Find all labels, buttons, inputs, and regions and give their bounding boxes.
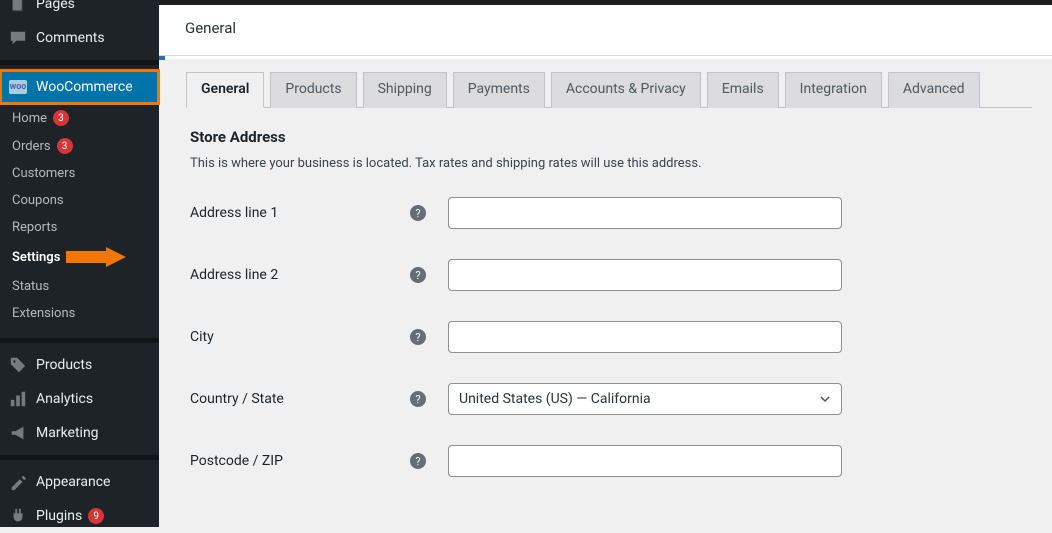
admin-sidebar: Pages Comments woo WooCommerce Home 3 Or… [0,0,159,527]
woocommerce-submenu: Home 3 Orders 3 Customers Coupons Report… [0,104,159,333]
marketing-icon [8,423,28,443]
content-area: General General Products Shipping Paymen… [159,0,1052,527]
menu-appearance[interactable]: Appearance [0,465,159,499]
menu-label: Analytics [36,391,93,407]
analytics-icon [8,389,28,409]
submenu-customers[interactable]: Customers [0,160,159,187]
plugins-icon [8,506,28,526]
select-country-state[interactable]: United States (US) — California [448,383,842,415]
submenu-status[interactable]: Status [0,273,159,300]
select-value: United States (US) — California [459,391,651,407]
label-address2: Address line 2 [190,267,410,283]
tab-emails[interactable]: Emails [707,72,779,108]
submenu-label: Status [12,279,49,294]
menu-label: Marketing [36,425,99,441]
label-postcode: Postcode / ZIP [190,453,410,469]
page-header: General [159,5,1052,56]
help-icon[interactable]: ? [410,205,426,221]
submenu-label: Home [12,111,47,126]
input-postcode[interactable] [448,445,842,477]
tab-payments[interactable]: Payments [453,72,545,108]
menu-separator [0,455,159,460]
input-city[interactable] [448,321,842,353]
submenu-orders[interactable]: Orders 3 [0,132,159,160]
plugins-badge: 9 [88,508,104,524]
input-address1[interactable] [448,197,842,229]
row-postcode: Postcode / ZIP ? [190,445,1032,477]
section-title: Store Address [190,128,1032,146]
menu-label: Products [36,357,92,373]
tab-shipping[interactable]: Shipping [363,72,447,108]
help-icon[interactable]: ? [410,391,426,407]
tab-integration[interactable]: Integration [785,72,882,108]
woocommerce-icon: woo [8,77,28,97]
menu-label: Comments [36,30,105,46]
submenu-label: Coupons [12,193,64,208]
menu-label: Plugins [36,508,82,524]
help-icon[interactable]: ? [410,453,426,469]
label-city: City [190,329,410,345]
submenu-settings[interactable]: Settings [0,241,159,273]
menu-label: WooCommerce [36,79,133,95]
menu-analytics[interactable]: Analytics [0,382,159,416]
comments-icon [8,28,28,48]
menu-products[interactable]: Products [0,348,159,382]
menu-comments[interactable]: Comments [0,21,159,55]
menu-marketing[interactable]: Marketing [0,416,159,450]
menu-plugins[interactable]: Plugins 9 [0,499,159,533]
home-badge: 3 [53,110,69,126]
chevron-down-icon [819,393,831,405]
tab-advanced[interactable]: Advanced [888,72,980,108]
pages-icon [8,0,28,14]
help-icon[interactable]: ? [410,329,426,345]
menu-label: Appearance [36,474,110,490]
help-icon[interactable]: ? [410,267,426,283]
menu-separator [0,338,159,343]
tab-products[interactable]: Products [270,72,356,108]
label-country: Country / State [190,391,410,407]
row-address2: Address line 2 ? [190,259,1032,291]
menu-pages[interactable]: Pages [0,0,159,21]
row-country: Country / State ? United States (US) — C… [190,383,1032,415]
input-address2[interactable] [448,259,842,291]
progress-bar [159,56,1052,59]
orders-badge: 3 [57,138,73,154]
tab-general[interactable]: General [186,72,264,108]
submenu-reports[interactable]: Reports [0,214,159,241]
menu-separator [0,60,159,65]
submenu-home[interactable]: Home 3 [0,104,159,132]
products-icon [8,355,28,375]
row-city: City ? [190,321,1032,353]
row-address1: Address line 1 ? [190,197,1032,229]
appearance-icon [8,472,28,492]
submenu-extensions[interactable]: Extensions [0,300,159,327]
page-title: General [185,19,236,37]
menu-woocommerce[interactable]: woo WooCommerce [0,70,159,104]
submenu-label: Settings [12,250,60,265]
submenu-label: Customers [12,166,75,181]
label-address1: Address line 1 [190,205,410,221]
menu-label: Pages [36,0,75,12]
submenu-label: Extensions [12,306,75,321]
submenu-label: Reports [12,220,57,235]
settings-tabs: General Products Shipping Payments Accou… [186,71,1032,108]
arrow-indicator-icon [66,247,126,267]
tab-accounts[interactable]: Accounts & Privacy [551,72,701,108]
submenu-coupons[interactable]: Coupons [0,187,159,214]
submenu-label: Orders [12,139,51,154]
section-description: This is where your business is located. … [190,156,1032,171]
